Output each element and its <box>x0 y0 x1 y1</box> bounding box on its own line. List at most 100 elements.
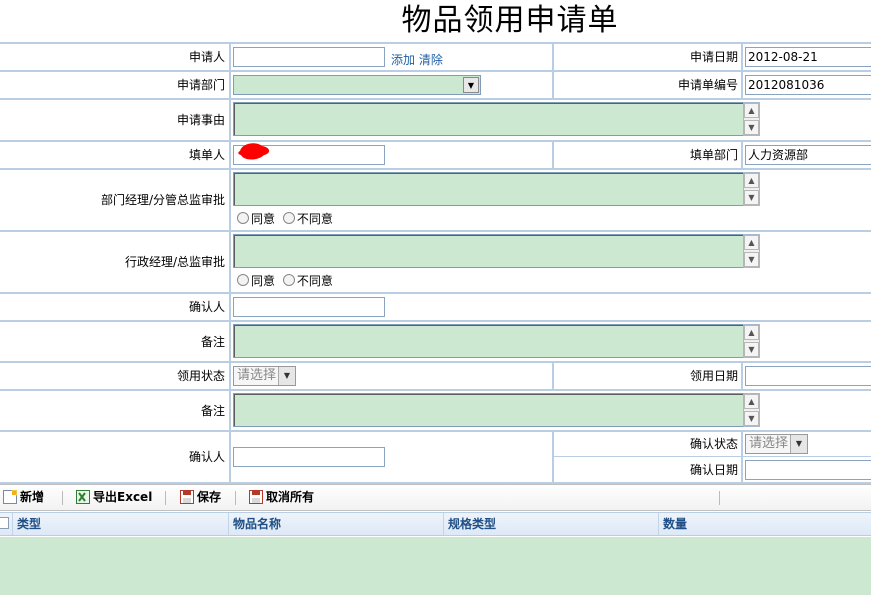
cancel-all-button-label: 取消所有 <box>266 490 315 504</box>
scroll-down-icon[interactable]: ▼ <box>744 411 759 426</box>
save-button-label: 保存 <box>197 490 222 504</box>
new-doc-icon <box>3 490 17 504</box>
scroll-up-icon[interactable]: ▲ <box>744 235 759 250</box>
remark-label: 备注 <box>200 404 225 418</box>
scroll-down-icon[interactable]: ▼ <box>744 190 759 205</box>
chevron-down-icon[interactable]: ▼ <box>278 367 295 385</box>
remark-label: 备注 <box>200 335 225 349</box>
chevron-down-icon[interactable]: ▼ <box>790 435 807 453</box>
redaction-mark <box>236 141 272 161</box>
clear-applicant-link[interactable]: 清除 <box>419 53 443 67</box>
receive-date-input[interactable] <box>745 366 871 386</box>
grid-header <box>0 512 871 536</box>
confirmer-input[interactable] <box>233 297 385 317</box>
column-separator <box>443 513 444 535</box>
agree-label: 同意 <box>251 212 276 226</box>
filler-dept-label: 填单部门 <box>689 148 738 162</box>
add-applicant-link[interactable]: 添加 <box>391 53 415 67</box>
admin-manager-options: 同意 不同意 <box>237 273 333 289</box>
row-divider <box>553 456 871 457</box>
admin-manager-label: 行政经理/总监审批 <box>124 255 225 269</box>
disagree-label: 不同意 <box>296 212 333 226</box>
scroll-up-icon[interactable]: ▲ <box>744 325 759 340</box>
scroll-down-icon[interactable]: ▼ <box>744 120 759 135</box>
receive-status-label: 领用状态 <box>176 369 225 383</box>
column-divider <box>741 361 743 391</box>
receive-date-label: 领用日期 <box>689 369 738 383</box>
admin-manager-textarea[interactable] <box>233 234 743 268</box>
row-divider <box>0 320 871 322</box>
confirm-status-select[interactable]: 请选择 ▼ <box>745 434 808 454</box>
confirmer-label: 确认人 <box>188 450 225 464</box>
column-header-item-name[interactable]: 物品名称 <box>233 513 281 535</box>
form-no-input[interactable]: 2012081036 <box>745 75 871 95</box>
remark-textarea[interactable] <box>233 324 743 358</box>
scroll-down-icon[interactable]: ▼ <box>744 252 759 267</box>
remark-scrollbar[interactable]: ▲ ▼ <box>743 393 760 427</box>
dept-manager-options: 同意 不同意 <box>237 211 333 227</box>
reason-scrollbar[interactable]: ▲ ▼ <box>743 102 760 136</box>
confirmer-input[interactable] <box>233 447 385 467</box>
receive-status-value: 请选择 <box>237 368 277 383</box>
scroll-up-icon[interactable]: ▲ <box>744 173 759 188</box>
grid-body[interactable] <box>0 537 871 595</box>
add-button-label: 新增 <box>20 490 45 504</box>
floppy-disk-icon <box>180 490 194 504</box>
row-divider <box>0 292 871 294</box>
disagree-radio[interactable] <box>282 212 295 224</box>
column-separator <box>12 513 13 535</box>
excel-icon <box>76 490 90 504</box>
column-divider <box>229 42 231 484</box>
applicant-links: 添加 清除 <box>391 52 443 68</box>
dept-manager-scrollbar[interactable]: ▲ ▼ <box>743 172 760 206</box>
column-divider <box>741 140 743 170</box>
filler-dept-input[interactable]: 人力资源部 <box>745 145 871 165</box>
applicant-input[interactable] <box>233 47 385 67</box>
confirmer-label: 确认人 <box>188 300 225 314</box>
agree-label: 同意 <box>251 274 276 288</box>
column-divider <box>741 42 743 100</box>
export-button-label: 导出Excel <box>93 490 153 504</box>
confirm-date-label: 确认日期 <box>689 463 738 477</box>
reason-textarea[interactable] <box>233 102 743 136</box>
agree-radio[interactable] <box>237 274 249 286</box>
applicant-label: 申请人 <box>188 50 225 64</box>
dept-manager-textarea[interactable] <box>233 172 743 206</box>
department-label: 申请部门 <box>176 78 225 92</box>
dept-manager-label: 部门经理/分管总监审批 <box>100 193 225 207</box>
receive-status-select[interactable]: 请选择 ▼ <box>233 366 296 386</box>
disagree-label: 不同意 <box>296 274 333 288</box>
admin-manager-scrollbar[interactable]: ▲ ▼ <box>743 234 760 268</box>
agree-radio[interactable] <box>237 212 249 224</box>
row-divider <box>0 230 871 232</box>
apply-date-label: 申请日期 <box>689 50 738 64</box>
toolbar-separator <box>62 491 63 505</box>
column-header-type[interactable]: 类型 <box>17 513 41 535</box>
form-no-label: 申请单编号 <box>677 78 738 92</box>
reason-label: 申请事由 <box>176 113 225 127</box>
column-divider <box>741 430 743 484</box>
chevron-down-icon[interactable]: ▼ <box>463 77 479 93</box>
toolbar-separator <box>719 491 720 505</box>
column-header-spec-type[interactable]: 规格类型 <box>448 513 496 535</box>
add-button[interactable]: 新增 <box>3 488 44 506</box>
column-header-quantity[interactable]: 数量 <box>663 513 687 535</box>
toolbar-separator <box>165 491 166 505</box>
page-title: 物品领用申请单 <box>401 3 619 38</box>
confirm-date-input[interactable] <box>745 460 871 480</box>
remark-scrollbar[interactable]: ▲ ▼ <box>743 324 760 358</box>
column-separator <box>228 513 229 535</box>
save-button[interactable]: 保存 <box>180 488 221 506</box>
scroll-down-icon[interactable]: ▼ <box>744 342 759 357</box>
remark-textarea[interactable] <box>233 393 743 427</box>
toolbar-separator <box>235 491 236 505</box>
scroll-up-icon[interactable]: ▲ <box>744 394 759 409</box>
select-all-checkbox[interactable] <box>0 517 9 529</box>
column-separator <box>658 513 659 535</box>
export-excel-button[interactable]: 导出Excel <box>76 488 152 506</box>
apply-date-input[interactable]: 2012-08-21 <box>745 47 871 67</box>
cancel-all-button[interactable]: 取消所有 <box>249 488 314 506</box>
disagree-radio[interactable] <box>282 274 295 286</box>
department-select[interactable]: ▼ <box>233 75 481 95</box>
scroll-up-icon[interactable]: ▲ <box>744 103 759 118</box>
